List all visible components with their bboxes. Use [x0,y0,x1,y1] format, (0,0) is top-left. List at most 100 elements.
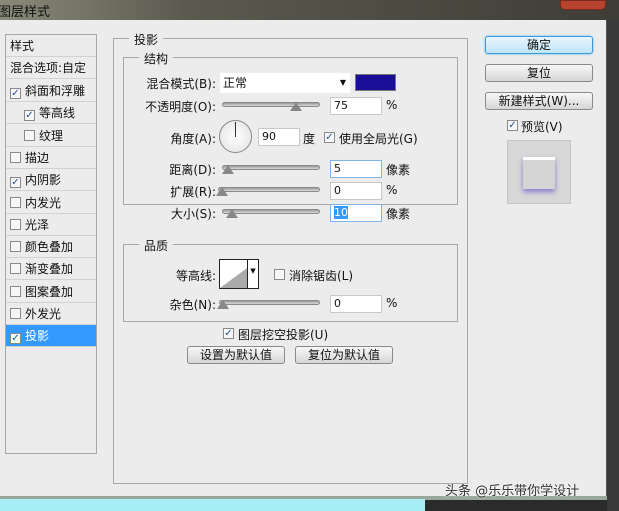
window-title: 图层样式 [0,5,51,20]
global-light-checkbox[interactable]: ✓ [324,132,335,143]
style-item-label: 内发光 [25,195,62,210]
knockout-label: 图层挖空投影(U) [238,328,329,342]
structure-title: 结构 [139,50,174,67]
style-item-label: 投影 [25,329,50,344]
style-item-label: 外发光 [25,307,62,321]
style-item-checkbox[interactable] [24,129,35,141]
opacity-slider[interactable] [222,102,320,107]
style-item-checkbox[interactable] [10,308,21,319]
style-item-checkbox[interactable]: ✓ [10,177,21,189]
distance-slider[interactable] [222,165,320,170]
chevron-down-icon[interactable]: ▼ [247,260,258,288]
noise-input[interactable]: 0 [330,295,382,313]
new-style-button[interactable]: 新建样式(W)... [485,92,593,110]
antialias-checkbox[interactable] [274,269,285,280]
style-item-checkbox[interactable] [10,263,21,275]
style-list-header: 样式 [6,35,96,57]
style-item[interactable]: 内发光 [6,192,96,214]
blend-mode-select[interactable]: 正常 ▼ [220,73,350,93]
antialias-label: 消除锯齿(L) [289,269,354,283]
background-panel [607,20,619,511]
style-item[interactable]: ✓ 斜面和浮雕 [6,80,96,102]
spread-slider-thumb[interactable] [216,187,228,196]
style-item[interactable]: ✓ 投影 [6,325,96,348]
background-canvas [0,499,425,511]
style-item-checkbox[interactable] [10,151,21,163]
distance-input[interactable]: 5 [330,160,382,178]
angle-unit: 度 [303,132,316,146]
style-list: 样式 混合选项:自定 ✓ 斜面和浮雕 ✓ 等高线纹理描边 ✓ 内阴影内发光光泽颜色叠加渐变… [5,34,97,454]
style-item-label: 描边 [25,150,50,165]
style-item[interactable]: 光泽 [6,214,96,236]
noise-label: 杂色(N): [169,298,216,312]
title-bar: 图层样式 [0,0,619,20]
ok-button[interactable]: 确定 [485,36,593,54]
reset-button[interactable]: 复位 [485,64,593,82]
style-item[interactable]: 描边 [6,147,96,169]
distance-slider-thumb[interactable] [222,165,234,174]
spread-input[interactable]: 0 [330,182,382,200]
size-slider-thumb[interactable] [226,209,238,218]
spread-label: 扩展(R): [170,185,216,199]
blend-mode-label: 混合模式(B): [146,77,216,91]
distance-unit: 像素 [386,163,411,177]
shadow-color-swatch[interactable] [355,74,396,91]
style-item-label: 光泽 [25,217,50,232]
knockout-checkbox[interactable]: ✓ [223,328,234,339]
style-item-label: 图案叠加 [25,284,74,299]
spread-unit: % [386,183,398,197]
style-item-label: 渐变叠加 [25,262,74,277]
style-preview [507,140,571,204]
contour-label: 等高线: [175,269,216,283]
chevron-down-icon: ▼ [339,78,346,87]
style-item[interactable]: 颜色叠加 [6,236,96,259]
style-item-checkbox[interactable]: ✓ [24,110,35,122]
size-unit: 像素 [386,207,411,221]
noise-slider-thumb[interactable] [217,300,229,309]
blend-options-item[interactable]: 混合选项:自定 [6,57,96,79]
size-label: 大小(S): [170,207,216,221]
section-title: 投影 [129,31,164,48]
opacity-input[interactable]: 75 [330,97,382,115]
opacity-slider-thumb[interactable] [290,102,302,111]
quality-title: 品质 [139,237,174,254]
opacity-unit: % [386,98,398,112]
angle-input[interactable]: 90 [258,128,300,146]
watermark: 头条 @乐乐带你学设计 [445,484,580,499]
blend-mode-value: 正常 [223,76,248,90]
style-item-checkbox[interactable] [10,196,21,208]
style-item[interactable]: ✓ 内阴影 [6,169,96,192]
style-item-label: 内阴影 [25,173,62,188]
style-item-label: 纹理 [39,128,64,143]
size-value: 10 [334,206,348,219]
style-item[interactable]: 图案叠加 [6,281,96,303]
style-item-checkbox[interactable] [10,218,21,230]
size-input[interactable]: 10 [330,204,382,222]
noise-unit: % [386,296,398,310]
contour-picker[interactable]: ▼ [219,259,259,289]
angle-dial[interactable] [219,120,252,153]
angle-label: 角度(A): [170,132,216,146]
style-item-label: 斜面和浮雕 [25,84,86,98]
style-item[interactable]: ✓ 等高线 [6,102,96,125]
style-item[interactable]: 外发光 [6,303,96,325]
style-item[interactable]: 渐变叠加 [6,258,96,281]
preview-swatch [523,157,555,189]
opacity-label: 不透明度(O): [145,100,216,114]
distance-label: 距离(D): [169,163,216,177]
style-item-label: 颜色叠加 [25,240,74,255]
style-item[interactable]: 纹理 [6,125,96,147]
style-item-checkbox[interactable] [10,241,21,253]
close-button[interactable] [560,0,606,10]
noise-slider[interactable] [219,300,320,305]
reset-default-button[interactable]: 复位为默认值 [295,346,393,364]
global-light-label: 使用全局光(G) [339,132,418,146]
spread-slider[interactable] [218,187,320,192]
preview-label: 预览(V) [521,120,563,134]
style-item-checkbox[interactable]: ✓ [10,88,21,99]
make-default-button[interactable]: 设置为默认值 [187,346,285,364]
preview-checkbox[interactable]: ✓ [507,120,518,131]
style-item-checkbox[interactable] [10,285,21,297]
style-item-label: 等高线 [39,106,76,121]
style-item-checkbox[interactable]: ✓ [10,333,21,345]
